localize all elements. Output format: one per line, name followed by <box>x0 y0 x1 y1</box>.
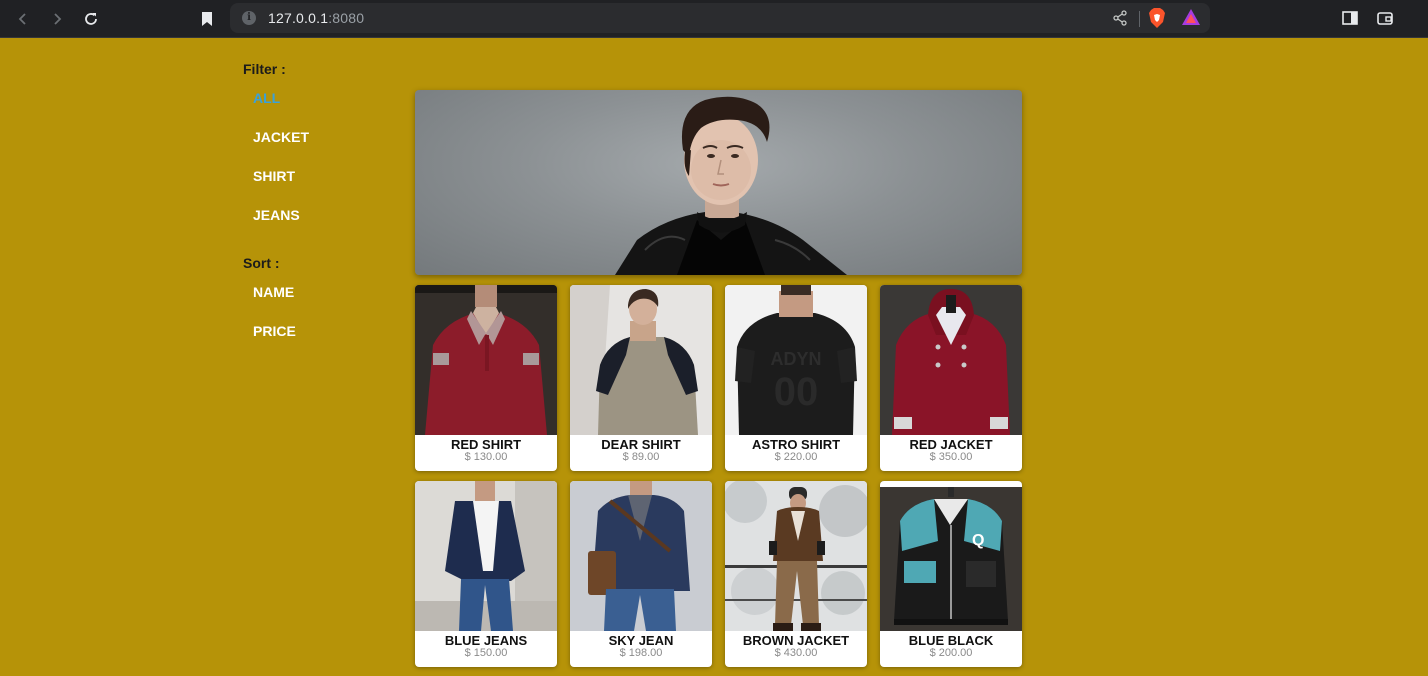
product-card-blue-black[interactable]: Q BLUE BLACK $ 200.00 <box>880 481 1022 667</box>
sidebar-toggle-icon[interactable] <box>1342 10 1358 31</box>
filter-jacket-link[interactable]: JACKET <box>253 129 309 145</box>
sort-name-link[interactable]: NAME <box>253 284 294 300</box>
product-price: $ 130.00 <box>464 451 508 463</box>
product-price: $ 350.00 <box>929 451 973 463</box>
product-card-brown-jacket[interactable]: BROWN JACKET $ 430.00 <box>725 481 867 667</box>
product-card-red-shirt[interactable]: RED SHIRT $ 130.00 <box>415 285 557 471</box>
product-price: $ 89.00 <box>622 451 660 463</box>
forward-icon[interactable] <box>46 8 68 30</box>
brown-jacket-image <box>725 481 867 631</box>
sky-jean-image <box>570 481 712 631</box>
product-name: BLUE BLACK <box>908 633 994 648</box>
site-info-icon[interactable]: i <box>242 11 256 25</box>
hero-banner <box>415 90 1022 275</box>
svg-text:00: 00 <box>774 370 819 414</box>
product-price: $ 150.00 <box>464 647 508 659</box>
blue-jeans-image <box>415 481 557 631</box>
wallet-icon[interactable] <box>1377 10 1393 31</box>
brave-shield-icon[interactable] <box>1148 8 1166 33</box>
product-name: ASTRO SHIRT <box>751 437 841 452</box>
filter-heading: Filter : <box>243 61 286 77</box>
filter-all-link[interactable]: ALL <box>253 90 280 106</box>
bookmark-icon[interactable] <box>196 8 218 30</box>
svg-text:Q: Q <box>972 532 984 549</box>
svg-text:ADYN: ADYN <box>770 349 821 369</box>
product-name: RED SHIRT <box>450 437 522 452</box>
filter-shirt-link[interactable]: SHIRT <box>253 168 295 184</box>
blue-black-image: Q <box>880 481 1022 631</box>
product-card-sky-jean[interactable]: SKY JEAN $ 198.00 <box>570 481 712 667</box>
divider <box>1139 11 1140 27</box>
red-jacket-image <box>880 285 1022 435</box>
product-price: $ 198.00 <box>619 647 663 659</box>
sort-price-link[interactable]: PRICE <box>253 323 296 339</box>
product-card-dear-shirt[interactable]: DEAR SHIRT $ 89.00 <box>570 285 712 471</box>
address-bar[interactable]: i 127.0.0.1:8080 <box>230 3 1210 33</box>
back-icon[interactable] <box>12 8 34 30</box>
product-price: $ 200.00 <box>929 647 973 659</box>
rewards-icon[interactable] <box>1182 9 1200 31</box>
browser-toolbar: i 127.0.0.1:8080 <box>0 0 1428 38</box>
hero-model-image <box>615 96 847 275</box>
filter-jeans-link[interactable]: JEANS <box>253 207 300 223</box>
product-name: BROWN JACKET <box>742 633 850 648</box>
product-price: $ 220.00 <box>774 451 818 463</box>
red-shirt-image <box>415 285 557 435</box>
product-name: BLUE JEANS <box>444 633 528 648</box>
product-price: $ 430.00 <box>774 647 818 659</box>
product-card-astro-shirt[interactable]: ADYN 00 ASTRO SHIRT $ 220.00 <box>725 285 867 471</box>
share-icon[interactable] <box>1112 10 1128 31</box>
product-name: SKY JEAN <box>608 633 674 648</box>
sort-heading: Sort : <box>243 255 280 271</box>
astro-shirt-image: ADYN 00 <box>725 285 867 435</box>
reload-icon[interactable] <box>80 8 102 30</box>
url-text[interactable]: 127.0.0.1:8080 <box>268 10 364 26</box>
dear-shirt-image <box>570 285 712 435</box>
product-card-red-jacket[interactable]: RED JACKET $ 350.00 <box>880 285 1022 471</box>
product-name: DEAR SHIRT <box>601 437 681 452</box>
product-card-blue-jeans[interactable]: BLUE JEANS $ 150.00 <box>415 481 557 667</box>
product-name: RED JACKET <box>909 437 993 452</box>
